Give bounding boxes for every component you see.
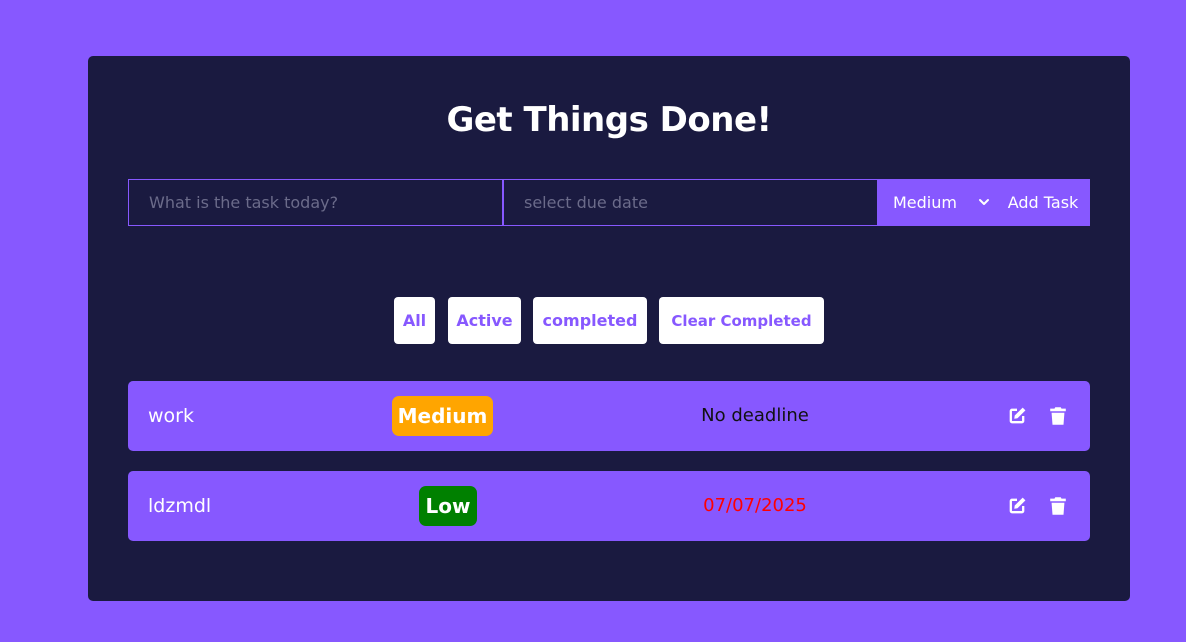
page-title: Get Things Done! [446,100,772,140]
add-task-button[interactable]: Add Task [996,179,1090,226]
todo-name: work [148,405,194,427]
todo-deadline: 07/07/2025 [703,495,807,516]
chevron-down-icon [979,199,989,205]
filter-active-button[interactable]: Active [448,297,521,344]
due-date-input[interactable] [503,179,878,226]
task-input[interactable] [128,179,503,226]
edit-icon[interactable] [1006,405,1028,427]
todo-item: work Medium No deadline [128,381,1090,451]
trash-icon[interactable] [1047,495,1069,517]
todo-name: ldzmdl [148,495,212,517]
priority-badge: Low [419,486,477,526]
filter-all-button[interactable]: All [394,297,435,344]
todo-item: ldzmdl Low 07/07/2025 [128,471,1090,541]
todo-deadline: No deadline [701,405,809,426]
priority-badge: Medium [392,396,493,436]
filter-completed-button[interactable]: completed [533,297,647,344]
priority-select[interactable]: Medium [878,179,996,226]
priority-select-value: Medium [893,193,957,212]
trash-icon[interactable] [1047,405,1069,427]
clear-completed-button[interactable]: Clear Completed [659,297,824,344]
edit-icon[interactable] [1006,495,1028,517]
